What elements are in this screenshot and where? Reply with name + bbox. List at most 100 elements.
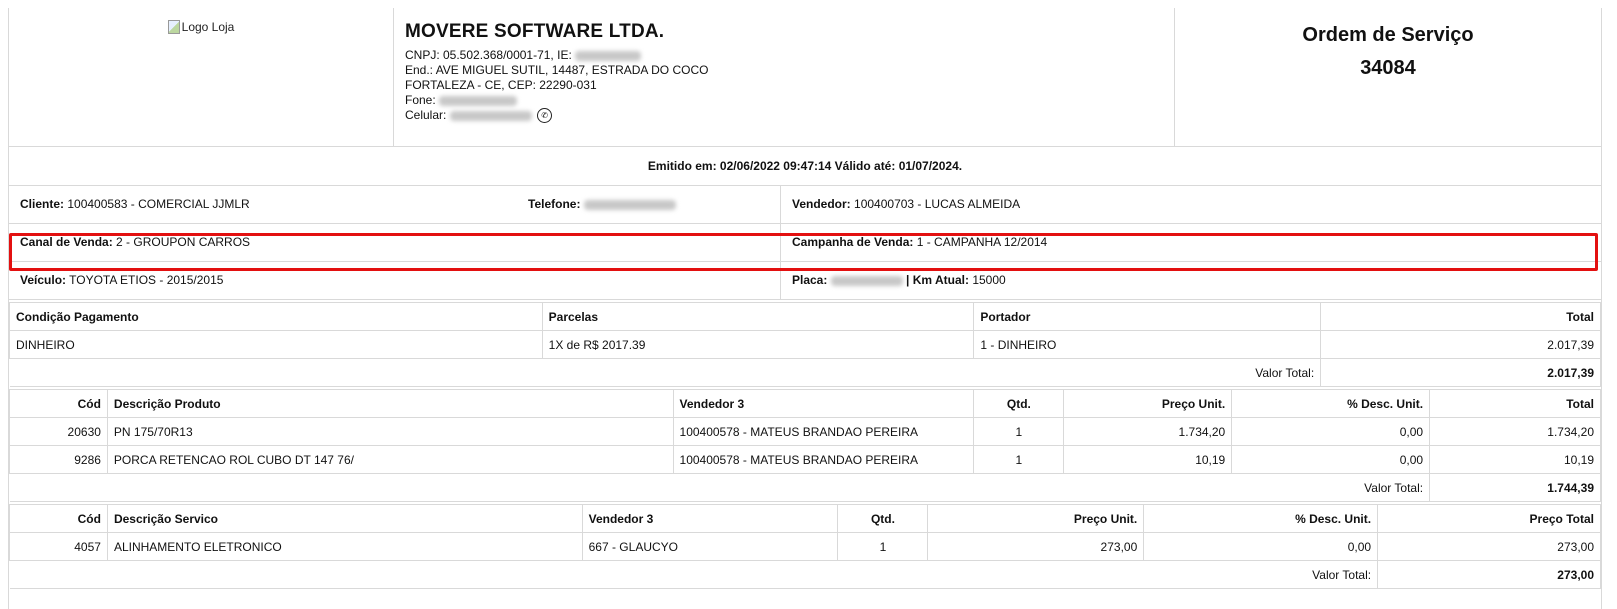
services-header-code: Cód: [9, 504, 108, 533]
products-header-row: Cód Descrição Produto Vendedor 3 Qtd. Pr…: [9, 389, 1601, 418]
services-header-seller: Vendedor 3: [581, 504, 839, 533]
service-order-document: Logo Loja MOVERE SOFTWARE LTDA. CNPJ: 05…: [8, 8, 1602, 609]
km-value: 15000: [972, 273, 1006, 287]
services-table: Cód Descrição Servico Vendedor 3 Qtd. Pr…: [9, 504, 1601, 589]
payment-header-row: Condição Pagamento Parcelas Portador Tot…: [9, 302, 1601, 331]
product-total: 1.734,20: [1429, 417, 1601, 446]
phone-field: Telefone:: [517, 186, 676, 223]
payment-total-label: Valor Total:: [9, 358, 1322, 387]
products-total-row: Valor Total: 1.744,39: [9, 473, 1601, 502]
services-header-description: Descrição Servico: [106, 504, 583, 533]
document-title: Ordem de Serviço: [1302, 24, 1474, 46]
table-row: 4057 ALINHAMENTO ELETRONICO 667 - GLAUCY…: [9, 532, 1601, 561]
products-total-value: 1.744,39: [1429, 473, 1601, 502]
company-cnpj: CNPJ: 05.502.368/0001-71, IE:: [405, 48, 1168, 63]
sales-channel-label: Canal de Venda:: [20, 235, 113, 249]
product-seller: 100400578 - MATEUS BRANDAO PEREIRA: [672, 417, 975, 446]
service-seller: 667 - GLAUCYO: [581, 532, 839, 561]
service-unit-price: 273,00: [927, 532, 1145, 561]
client-row: Cliente: 100400583 - COMERCIAL JJMLR Tel…: [9, 186, 1601, 224]
sales-campaign-field: Campanha de Venda: 1 - CAMPANHA 12/2014: [781, 224, 1047, 261]
vehicle-value: TOYOTA ETIOS - 2015/2015: [69, 273, 224, 287]
services-total-value: 273,00: [1377, 560, 1601, 589]
payment-header-carrier: Portador: [973, 302, 1322, 331]
client-value: 100400583 - COMERCIAL JJMLR: [67, 197, 250, 211]
order-title-cell: Ordem de Serviço 34084: [1174, 8, 1601, 147]
services-total-label: Valor Total:: [9, 560, 1379, 589]
sales-campaign-label: Campanha de Venda:: [792, 235, 914, 249]
store-logo: Logo Loja: [167, 20, 234, 34]
vehicle-label: Veículo:: [20, 273, 67, 287]
table-row: 20630 PN 175/70R13 100400578 - MATEUS BR…: [9, 417, 1601, 446]
order-number: 34084: [1360, 57, 1416, 79]
seller-field: Vendedor: 100400703 - LUCAS ALMEIDA: [781, 186, 1020, 223]
payment-header-condition: Condição Pagamento: [9, 302, 543, 331]
company-address: End.: AVE MIGUEL SUTIL, 14487, ESTRADA D…: [405, 63, 709, 77]
payment-condition: DINHEIRO: [9, 330, 543, 359]
redacted-ie: [575, 50, 642, 61]
company-info: MOVERE SOFTWARE LTDA. CNPJ: 05.502.368/0…: [393, 8, 1175, 147]
product-discount: 0,00: [1231, 417, 1431, 446]
product-unit-price: 1.734,20: [1063, 417, 1233, 446]
whatsapp-icon[interactable]: ✆: [537, 108, 553, 124]
products-header-discount: % Desc. Unit.: [1231, 389, 1431, 418]
products-header-qty: Qtd.: [973, 389, 1065, 418]
products-header-total: Total: [1429, 389, 1601, 418]
client-field: Cliente: 100400583 - COMERCIAL JJMLR: [9, 186, 250, 223]
seller-value: 100400703 - LUCAS ALMEIDA: [854, 197, 1021, 211]
redacted-mobile: [449, 110, 532, 121]
payment-total: 2.017,39: [1320, 330, 1601, 359]
plate-label: Placa:: [792, 273, 828, 287]
table-row: 9286 PORCA RETENCAO ROL CUBO DT 147 76/ …: [9, 445, 1601, 474]
services-total-row: Valor Total: 273,00: [9, 560, 1601, 589]
redacted-client-phone: [583, 199, 676, 210]
service-code: 4057: [9, 532, 108, 561]
vehicle-field: Veículo: TOYOTA ETIOS - 2015/2015: [9, 262, 223, 299]
client-label: Cliente:: [20, 197, 65, 211]
table-row: DINHEIRO 1X de R$ 2017.39 1 - DINHEIRO 2…: [9, 330, 1601, 359]
products-header-unit-price: Preço Unit.: [1063, 389, 1233, 418]
sales-campaign-value: 1 - CAMPANHA 12/2014: [916, 235, 1048, 249]
company-mobile: Celular: ✆: [405, 108, 1168, 124]
product-code: 9286: [9, 445, 108, 474]
product-unit-price: 10,19: [1063, 445, 1233, 474]
services-header-qty: Qtd.: [837, 504, 929, 533]
product-code: 20630: [9, 417, 108, 446]
product-discount: 0,00: [1231, 445, 1431, 474]
products-total-label: Valor Total:: [9, 473, 1431, 502]
product-description: PORCA RETENCAO ROL CUBO DT 147 76/: [106, 445, 674, 474]
mobile-label: Celular:: [405, 108, 447, 122]
service-discount: 0,00: [1143, 532, 1379, 561]
document-header: Logo Loja MOVERE SOFTWARE LTDA. CNPJ: 05…: [9, 8, 1601, 147]
services-header-total: Preço Total: [1377, 504, 1601, 533]
product-total: 10,19: [1429, 445, 1601, 474]
payment-carrier: 1 - DINHEIRO: [973, 330, 1322, 359]
logo-cell: Logo Loja: [9, 8, 394, 147]
product-qty: 1: [973, 445, 1065, 474]
payment-header-installments: Parcelas: [541, 302, 975, 331]
payment-installments: 1X de R$ 2017.39: [541, 330, 975, 359]
company-name: MOVERE SOFTWARE LTDA.: [405, 21, 665, 42]
cnpj-text: CNPJ: 05.502.368/0001-71, IE:: [405, 48, 572, 62]
phone-label: Fone:: [405, 93, 436, 107]
redacted-phone: [439, 95, 518, 106]
product-description: PN 175/70R13: [106, 417, 674, 446]
sales-channel-field: Canal de Venda: 2 - GROUPON CARROS: [9, 224, 250, 261]
emission-info: Emitido em: 02/06/2022 09:47:14 Válido a…: [9, 147, 1601, 186]
products-table: Cód Descrição Produto Vendedor 3 Qtd. Pr…: [9, 389, 1601, 502]
seller-label: Vendedor:: [792, 197, 851, 211]
plate-km-field: Placa: | Km Atual: 15000: [781, 262, 1006, 299]
redacted-plate: [830, 275, 903, 286]
payment-total-value: 2.017,39: [1320, 358, 1601, 387]
company-phone: Fone:: [405, 93, 1168, 108]
payment-header-total: Total: [1320, 302, 1601, 331]
broken-image-icon: [167, 20, 180, 34]
services-header-discount: % Desc. Unit.: [1143, 504, 1379, 533]
services-header-unit-price: Preço Unit.: [927, 504, 1145, 533]
products-header-description: Descrição Produto: [106, 389, 674, 418]
product-qty: 1: [973, 417, 1065, 446]
services-header-row: Cód Descrição Servico Vendedor 3 Qtd. Pr…: [9, 504, 1601, 533]
sales-channel-value: 2 - GROUPON CARROS: [116, 235, 251, 249]
service-description: ALINHAMENTO ELETRONICO: [106, 532, 583, 561]
products-header-seller: Vendedor 3: [672, 389, 975, 418]
